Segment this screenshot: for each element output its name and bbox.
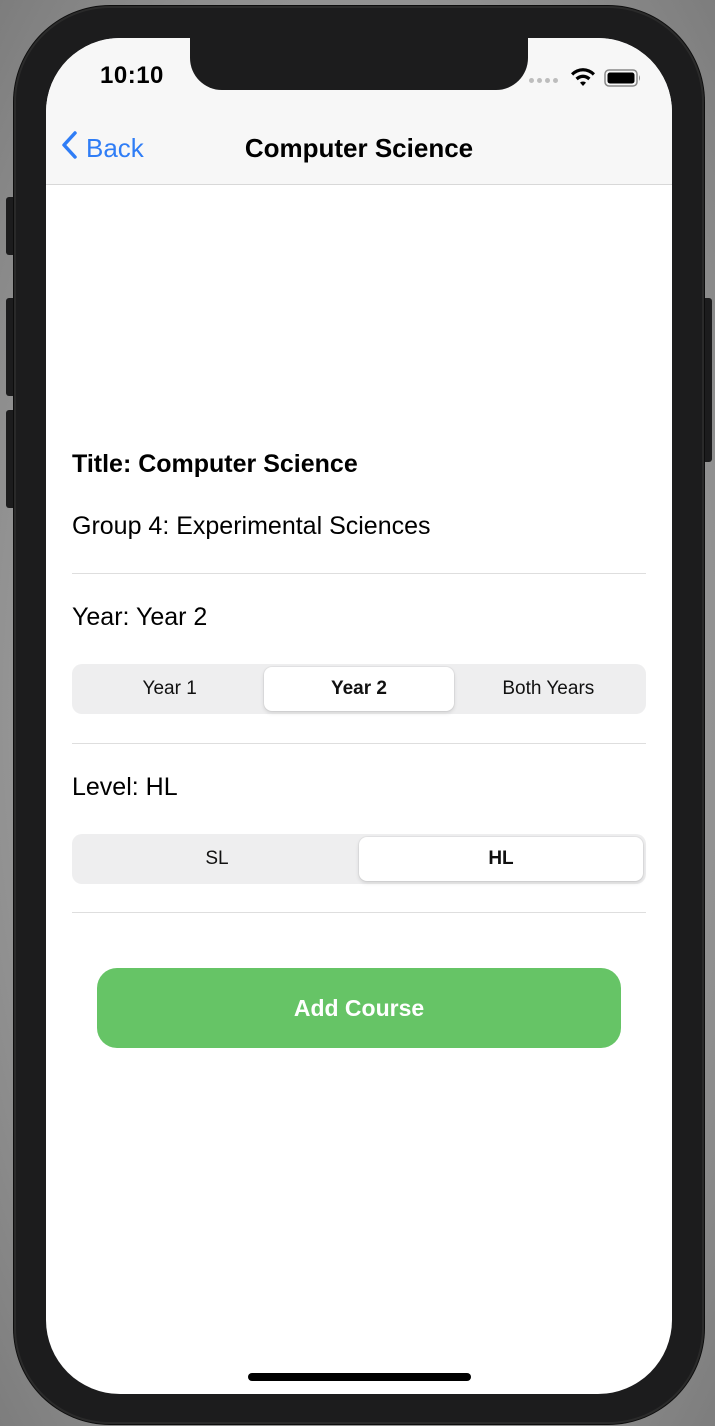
status-time: 10:10 xyxy=(100,62,164,89)
divider xyxy=(72,743,646,744)
course-title: Title: Computer Science xyxy=(72,450,358,478)
segment-sl[interactable]: SL xyxy=(75,837,359,881)
level-label: Level: HL xyxy=(72,773,178,801)
page-title: Computer Science xyxy=(244,133,474,163)
divider xyxy=(72,912,646,913)
screen: Back Computer Science 10:10 Title: Compu… xyxy=(46,38,672,1394)
wifi-icon xyxy=(570,68,596,93)
battery-icon xyxy=(604,69,642,92)
segment-year-1[interactable]: Year 1 xyxy=(75,667,264,711)
segment-year-2[interactable]: Year 2 xyxy=(264,667,454,711)
home-indicator[interactable] xyxy=(248,1373,471,1381)
year-label: Year: Year 2 xyxy=(72,603,208,631)
status-icons xyxy=(529,68,642,93)
segment-hl[interactable]: HL xyxy=(359,837,643,881)
add-course-button[interactable]: Add Course xyxy=(97,968,621,1048)
divider xyxy=(72,573,646,574)
course-group: Group 4: Experimental Sciences xyxy=(72,512,431,540)
cellular-signal-icon xyxy=(529,78,558,83)
segment-both-years[interactable]: Both Years xyxy=(454,667,643,711)
level-segmented-control: SL HL xyxy=(72,834,646,884)
notch xyxy=(190,38,528,90)
year-segmented-control: Year 1 Year 2 Both Years xyxy=(72,664,646,714)
